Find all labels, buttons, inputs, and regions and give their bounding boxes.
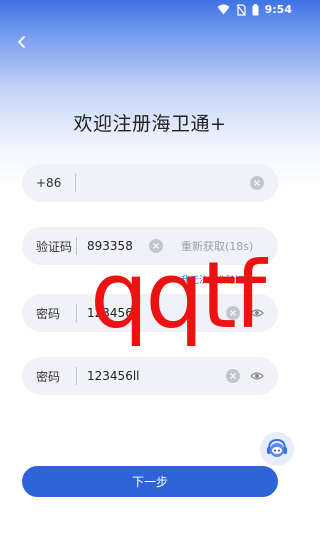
page-title: 欢迎注册海卫通+ (73, 113, 227, 135)
code-label: 验证码 (36, 239, 73, 254)
code-field[interactable]: 验证码 893358 重新获取(18s) (22, 227, 278, 265)
chevron-left-icon (18, 36, 25, 48)
clear-icon[interactable] (250, 176, 264, 190)
clear-icon[interactable] (226, 306, 240, 320)
country-code-label[interactable]: +86 (22, 176, 61, 190)
clear-icon[interactable] (226, 369, 240, 383)
battery-icon (252, 3, 259, 15)
resend-code-button[interactable]: 重新获取(18s) (181, 238, 253, 254)
phone-field[interactable]: +86 (22, 164, 278, 202)
confirm-password-field[interactable]: 密码 123456ll (22, 357, 278, 395)
eye-icon[interactable] (250, 308, 264, 318)
password-field[interactable]: 密码 123456ll (22, 294, 278, 332)
clear-icon[interactable] (149, 239, 164, 253)
status-bar: 9:54 (0, 0, 300, 20)
password-input[interactable]: 123456ll (87, 306, 226, 320)
field-divider (75, 174, 77, 192)
status-icons: 9:54 (217, 3, 292, 16)
confirm-password-input[interactable]: 123456ll (87, 369, 226, 383)
customer-service-button[interactable] (260, 432, 294, 466)
field-divider (76, 304, 78, 322)
code-input[interactable]: 893358 (87, 239, 143, 253)
back-button[interactable] (12, 32, 32, 52)
no-sim-icon (236, 3, 246, 16)
status-time: 9:54 (264, 3, 292, 16)
next-button[interactable]: 下一步 (22, 466, 278, 497)
robot-assistant-icon (267, 438, 287, 457)
cannot-receive-code-link[interactable]: 我无法接收验证码> (181, 273, 261, 286)
wifi-icon (217, 4, 230, 15)
field-divider (76, 237, 78, 255)
eye-icon[interactable] (250, 371, 264, 381)
password-label: 密码 (36, 306, 61, 321)
confirm-password-label: 密码 (36, 369, 61, 384)
field-divider (76, 367, 78, 385)
